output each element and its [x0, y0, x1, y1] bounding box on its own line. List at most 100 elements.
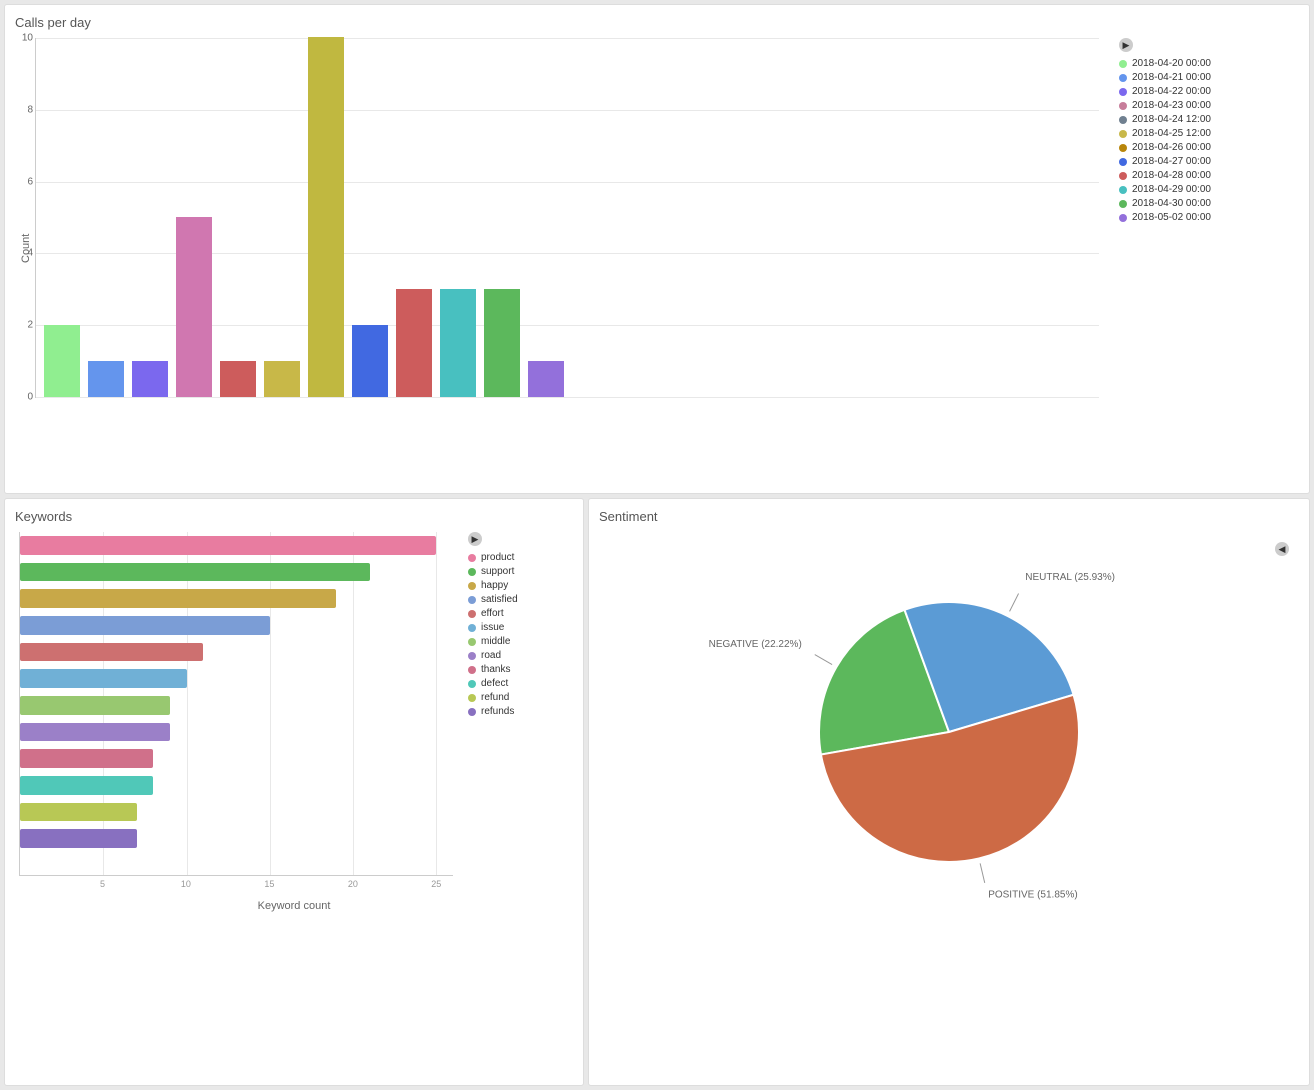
- kw-legend-dot: [468, 596, 476, 604]
- kw-bar: [20, 536, 436, 555]
- kw-legend-item: refunds: [468, 706, 573, 717]
- kw-chart-body: 510152025 ▶ productsupporthappysatisfied…: [15, 532, 573, 895]
- sentiment-nav-icon[interactable]: ◀: [1275, 542, 1289, 556]
- bar-chart-plot: 0246810: [35, 38, 1099, 398]
- chart-with-legend: 0246810 ▶ 2018-04-20 00:00 2018-04-21 00:…: [35, 38, 1299, 458]
- bar-chart-legend: ▶ 2018-04-20 00:00 2018-04-21 00:00 2018-0…: [1099, 38, 1299, 458]
- kw-bar: [20, 829, 137, 848]
- kw-legend-dot: [468, 624, 476, 632]
- kw-legend-label: satisfied: [481, 594, 518, 605]
- legend-item: 2018-04-26 00:00: [1119, 142, 1299, 153]
- legend-item: 2018-04-24 12:00: [1119, 114, 1299, 125]
- legend-dot: [1119, 172, 1127, 180]
- kw-legend-label: middle: [481, 636, 510, 647]
- pie-label-line: [1010, 593, 1019, 611]
- pie-label-text: NEGATIVE (22.22%): [709, 639, 802, 650]
- kw-bar: [20, 616, 270, 635]
- kw-legend-dot: [468, 582, 476, 590]
- bar-item: [352, 325, 388, 397]
- kw-bar: [20, 669, 187, 688]
- y-tick-label: 6: [27, 176, 33, 187]
- kw-legend-label: product: [481, 552, 514, 563]
- kw-legend-item: happy: [468, 580, 573, 591]
- bar-item: [308, 37, 344, 397]
- kw-legend-label: defect: [481, 678, 508, 689]
- legend-dot: [1119, 74, 1127, 82]
- pie-label-text: NEUTRAL (25.93%): [1025, 572, 1115, 583]
- grid-line: [36, 110, 1099, 111]
- kw-legend-dot: [468, 680, 476, 688]
- calls-per-day-panel: Calls per day Count 0246810 ▶ 2018-04-20…: [4, 4, 1310, 494]
- bar-item: [88, 361, 124, 397]
- bar-item: [440, 289, 476, 397]
- legend-dot: [1119, 158, 1127, 166]
- bar-chart-area: Count 0246810 ▶ 2018-04-20 00:002018-04-…: [15, 38, 1299, 458]
- bar-item: [176, 217, 212, 397]
- kw-grid-line: [270, 532, 271, 875]
- legend-dot: [1119, 200, 1127, 208]
- kw-bars-area: [19, 532, 453, 876]
- kw-x-tick: 10: [181, 879, 191, 889]
- kw-x-axis: 510152025: [19, 879, 453, 895]
- kw-legend-label: refunds: [481, 706, 514, 717]
- kw-grid-line: [436, 532, 437, 875]
- legend-item: 2018-04-30 00:00: [1119, 198, 1299, 209]
- kw-legend-label: issue: [481, 622, 504, 633]
- keywords-title: Keywords: [15, 509, 573, 524]
- kw-legend-item: middle: [468, 636, 573, 647]
- grid-line: [36, 397, 1099, 398]
- kw-legend-dot: [468, 666, 476, 674]
- legend-dot: [1119, 130, 1127, 138]
- legend-item: 2018-04-25 12:00: [1119, 128, 1299, 139]
- legend-label: 2018-04-21 00:00: [1132, 72, 1211, 83]
- kw-legend-item: road: [468, 650, 573, 661]
- kw-x-tick: 20: [348, 879, 358, 889]
- kw-x-tick: 25: [431, 879, 441, 889]
- legend-dot: [1119, 144, 1127, 152]
- keywords-panel: Keywords 510152025 ▶ productsupporthappy…: [4, 498, 584, 1086]
- bar-item: [484, 289, 520, 397]
- chart-container: 0246810 ▶ 2018-04-20 00:00 2018-04-21 00:…: [35, 38, 1299, 458]
- sentiment-panel: Sentiment ◀ NEGATIVE (22.22%)NEUTRAL (25…: [588, 498, 1310, 1086]
- kw-legend-item: support: [468, 566, 573, 577]
- keywords-chart: 510152025 ▶ productsupporthappysatisfied…: [15, 532, 573, 912]
- kw-bar: [20, 643, 203, 662]
- legend-label: 2018-04-20 00:00: [1132, 58, 1211, 69]
- kw-legend-nav[interactable]: ▶: [468, 532, 482, 546]
- pie-label-line: [815, 655, 832, 665]
- kw-legend-item: issue: [468, 622, 573, 633]
- kw-legend-dot: [468, 708, 476, 716]
- kw-bar: [20, 563, 370, 582]
- pie-chart-area: ◀ NEGATIVE (22.22%)NEUTRAL (25.93%)POSIT…: [599, 532, 1299, 912]
- y-tick-label: 2: [27, 320, 33, 331]
- kw-legend-dot: [468, 652, 476, 660]
- legend-item: 2018-04-23 00:00: [1119, 100, 1299, 111]
- kw-legend-label: thanks: [481, 664, 510, 675]
- legend-item: 2018-04-21 00:00: [1119, 72, 1299, 83]
- kw-legend-item: defect: [468, 678, 573, 689]
- bar-item: [220, 361, 256, 397]
- legend-item: 2018-05-02 00:00: [1119, 212, 1299, 223]
- legend-label: 2018-04-25 12:00: [1132, 128, 1211, 139]
- kw-bar: [20, 749, 153, 768]
- kw-x-tick: 15: [264, 879, 274, 889]
- legend-label: 2018-04-27 00:00: [1132, 156, 1211, 167]
- legend-label: 2018-04-28 00:00: [1132, 170, 1211, 181]
- bar-item: [132, 361, 168, 397]
- pie-chart-svg: NEGATIVE (22.22%)NEUTRAL (25.93%)POSITIV…: [749, 552, 1149, 892]
- kw-legend-label: road: [481, 650, 501, 661]
- kw-legend-dot: [468, 568, 476, 576]
- kw-legend-label: effort: [481, 608, 504, 619]
- legend-dot: [1119, 60, 1127, 68]
- kw-bar: [20, 589, 336, 608]
- grid-line: [36, 38, 1099, 39]
- pie-label-line: [980, 863, 985, 882]
- kw-legend-label: refund: [481, 692, 509, 703]
- y-tick-label: 8: [27, 104, 33, 115]
- legend-item: 2018-04-20 00:00: [1119, 58, 1299, 69]
- kw-grid-line: [353, 532, 354, 875]
- legend-item: 2018-04-27 00:00: [1119, 156, 1299, 167]
- legend-nav-icon[interactable]: ▶: [1119, 38, 1133, 52]
- kw-legend: ▶ product support happy satisfied effort issu…: [453, 532, 573, 895]
- legend-label: 2018-04-22 00:00: [1132, 86, 1211, 97]
